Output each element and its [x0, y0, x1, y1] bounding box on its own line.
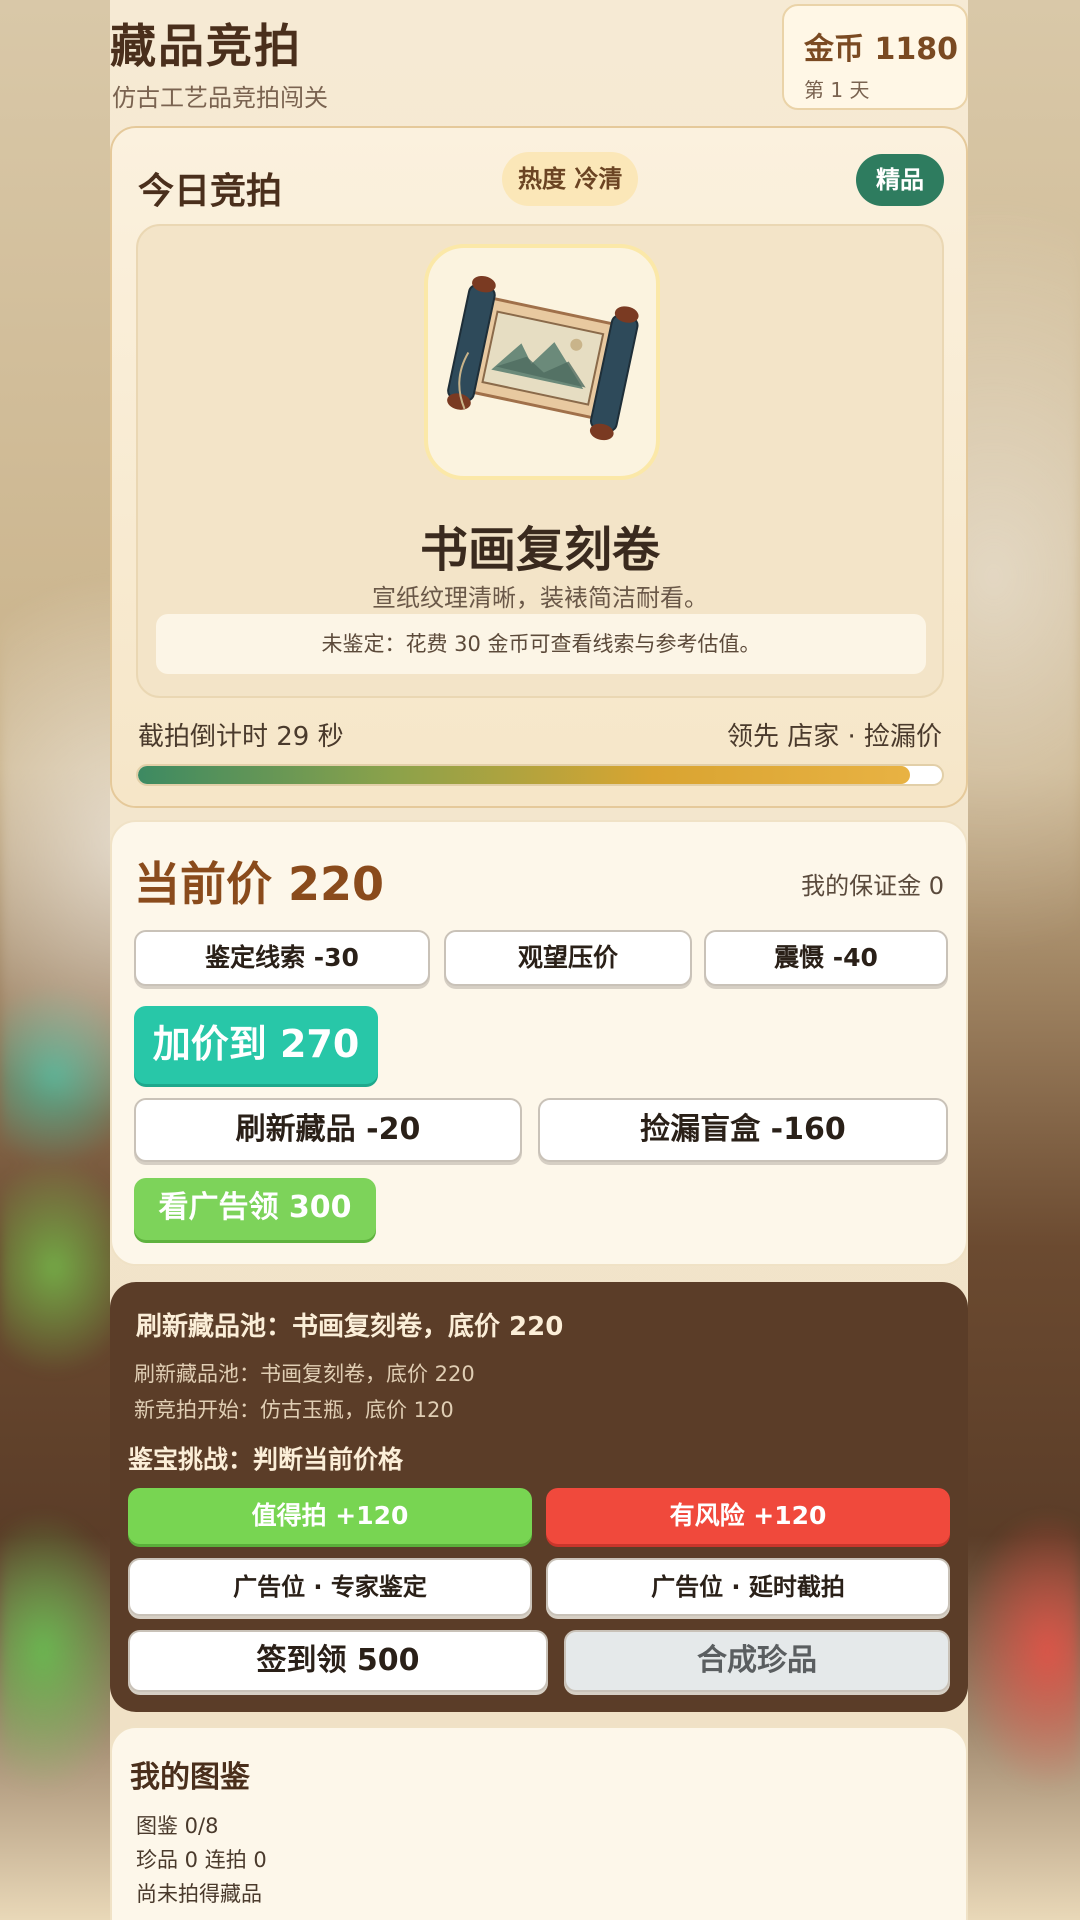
- watch-ad-reward-button[interactable]: 看广告领 300: [134, 1178, 376, 1240]
- worth-bidding-button[interactable]: 值得拍 +120: [128, 1488, 532, 1544]
- item-display: 书画复刻卷 宣纸纹理清晰，装裱简洁耐看。 未鉴定：花费 30 金币可查看线索与参…: [136, 224, 944, 698]
- countdown-progress-bar: [136, 764, 944, 786]
- synthesize-button[interactable]: 合成珍品: [564, 1630, 950, 1692]
- ad-delay-auction-button[interactable]: 广告位 · 延时截拍: [546, 1558, 950, 1616]
- grade-badge: 精品: [856, 154, 944, 206]
- scroll-painting-icon: [424, 244, 660, 480]
- auction-heading: 今日竞拍: [138, 171, 283, 212]
- risky-button[interactable]: 有风险 +120: [546, 1488, 950, 1544]
- item-description: 宣纸纹理清晰，装裱简洁耐看。: [372, 584, 708, 612]
- collection-empty-text: 尚未拍得藏品: [136, 1882, 262, 1906]
- item-name: 书画复刻卷: [419, 522, 660, 578]
- collection-panel: 我的图鉴 图鉴 0/8 珍品 0 连拍 0 尚未拍得藏品: [110, 1726, 968, 1920]
- collection-stats: 珍品 0 连拍 0: [136, 1848, 267, 1872]
- ad-expert-appraisal-button[interactable]: 广告位 · 专家鉴定: [128, 1558, 532, 1616]
- deposit-text: 我的保证金 0: [801, 872, 944, 900]
- countdown-progress-fill: [138, 766, 910, 784]
- collection-title: 我的图鉴: [130, 1760, 250, 1795]
- coin-balance: 金币 1180: [804, 32, 958, 67]
- heat-badge: 热度 冷清: [502, 152, 639, 206]
- appraise-button[interactable]: 鉴定线索 -30: [134, 930, 430, 986]
- event-log-panel: 刷新藏品池：书画复刻卷，底价 220 刷新藏品池：书画复刻卷，底价 220 新竞…: [110, 1282, 968, 1712]
- day-counter: 第 1 天: [804, 78, 870, 102]
- challenge-title: 鉴宝挑战：判断当前价格: [128, 1445, 404, 1474]
- current-price: 当前价 220: [134, 857, 385, 911]
- blind-box-button[interactable]: 捡漏盲盒 -160: [538, 1098, 948, 1162]
- bidding-panel: 当前价 220 我的保证金 0 鉴定线索 -30 观望压价 震慑 -40 加价到…: [110, 820, 968, 1266]
- refresh-item-button[interactable]: 刷新藏品 -20: [134, 1098, 522, 1162]
- watch-button[interactable]: 观望压价: [444, 930, 692, 986]
- log-line: 新竞拍开始：仿古玉瓶，底价 120: [134, 1398, 454, 1422]
- game-screen: 藏品竞拍 仿古工艺品竞拍闯关 金币 1180 第 1 天 今日竞拍 热度 冷清 …: [110, 0, 968, 1920]
- coin-panel: 金币 1180 第 1 天: [782, 4, 968, 110]
- leader-text: 领先 店家 · 捡漏价: [726, 722, 942, 752]
- appraisal-hint: 未鉴定：花费 30 金币可查看线索与参考估值。: [156, 614, 926, 674]
- log-line: 刷新藏品池：书画复刻卷，底价 220: [134, 1362, 475, 1386]
- countdown-text: 截拍倒计时 29 秒: [138, 722, 344, 752]
- auction-card: 今日竞拍 热度 冷清 精品 书画复刻卷 宣纸纹理清晰，装裱简洁耐看。 未鉴定：花…: [110, 126, 968, 808]
- log-title: 刷新藏品池：书画复刻卷，底价 220: [136, 1312, 564, 1342]
- collection-progress: 图鉴 0/8: [136, 1814, 219, 1838]
- page-subtitle: 仿古工艺品竞拍闯关: [112, 84, 328, 112]
- raise-bid-button[interactable]: 加价到 270: [134, 1006, 378, 1084]
- deter-button[interactable]: 震慑 -40: [704, 930, 948, 986]
- page-title: 藏品竞拍: [110, 19, 302, 73]
- sign-in-button[interactable]: 签到领 500: [128, 1630, 548, 1692]
